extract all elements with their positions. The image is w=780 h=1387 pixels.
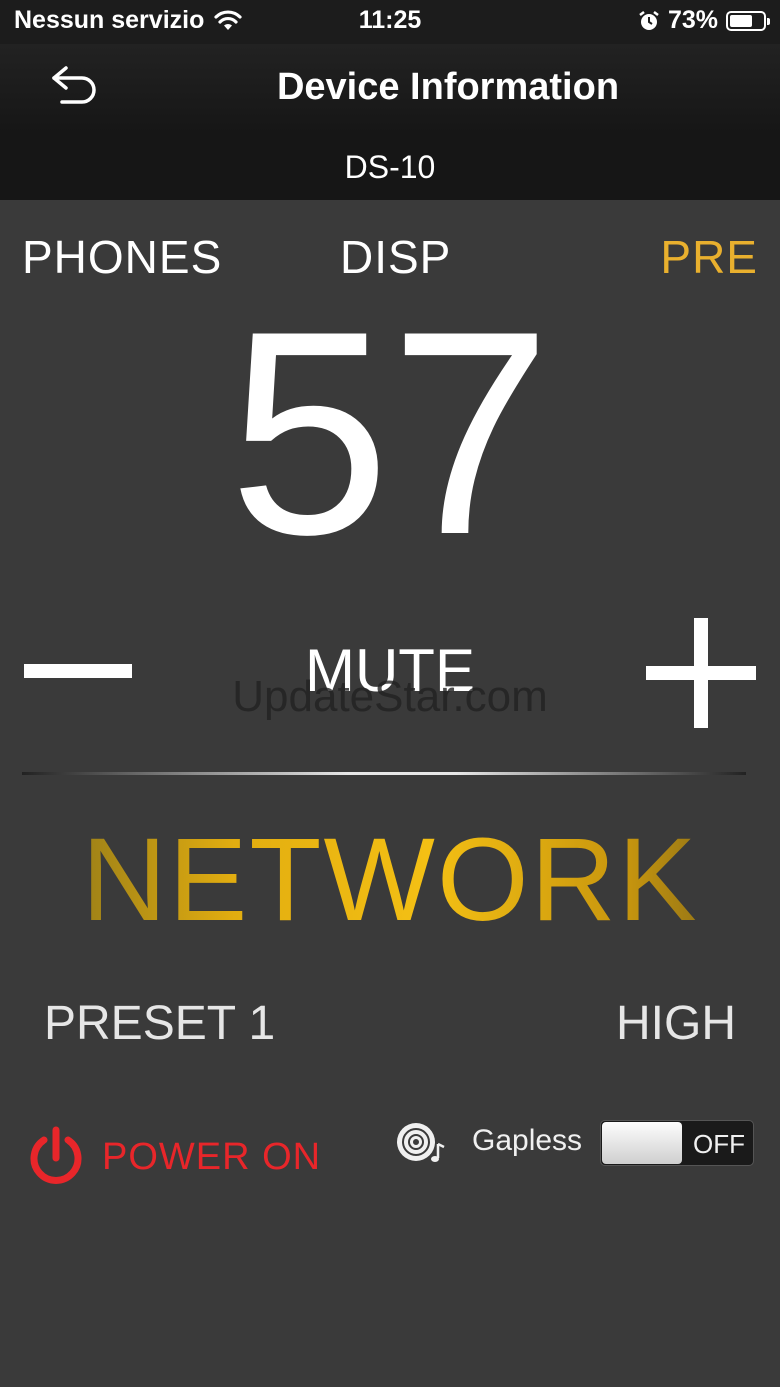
input-source-button[interactable]: NETWORK	[0, 812, 780, 948]
disc-icon	[397, 1123, 445, 1162]
battery-fill	[730, 14, 753, 27]
phones-button[interactable]: PHONES	[22, 230, 222, 284]
watermark: UpdateStar.com	[232, 672, 548, 721]
volume-readout: 57	[228, 271, 552, 595]
power-label: POWER ON	[102, 1135, 322, 1178]
level-label[interactable]: HIGH	[616, 996, 736, 1051]
toggle-knob[interactable]	[602, 1122, 682, 1164]
divider	[22, 772, 746, 775]
page-title: Device Information	[276, 66, 620, 108]
toggle-state-label: OFF	[693, 1129, 745, 1159]
battery-percent: 73%	[667, 6, 718, 34]
power-icon	[30, 1126, 82, 1184]
status-bar: Nessun servizio 11:25 73%	[0, 0, 780, 44]
alarm-icon	[639, 10, 659, 30]
device-name: DS-10	[0, 134, 780, 200]
preset-label[interactable]: PRESET 1	[44, 996, 275, 1051]
nav-bar: Device Information	[0, 44, 780, 134]
pre-button[interactable]: PRE	[660, 230, 758, 284]
gapless-toggle[interactable]: OFF	[600, 1120, 754, 1166]
status-right: 73%	[638, 6, 770, 35]
power-button[interactable]: POWER ON	[28, 1126, 321, 1188]
battery-icon	[726, 10, 770, 31]
gapless-label: Gapless	[472, 1124, 583, 1157]
